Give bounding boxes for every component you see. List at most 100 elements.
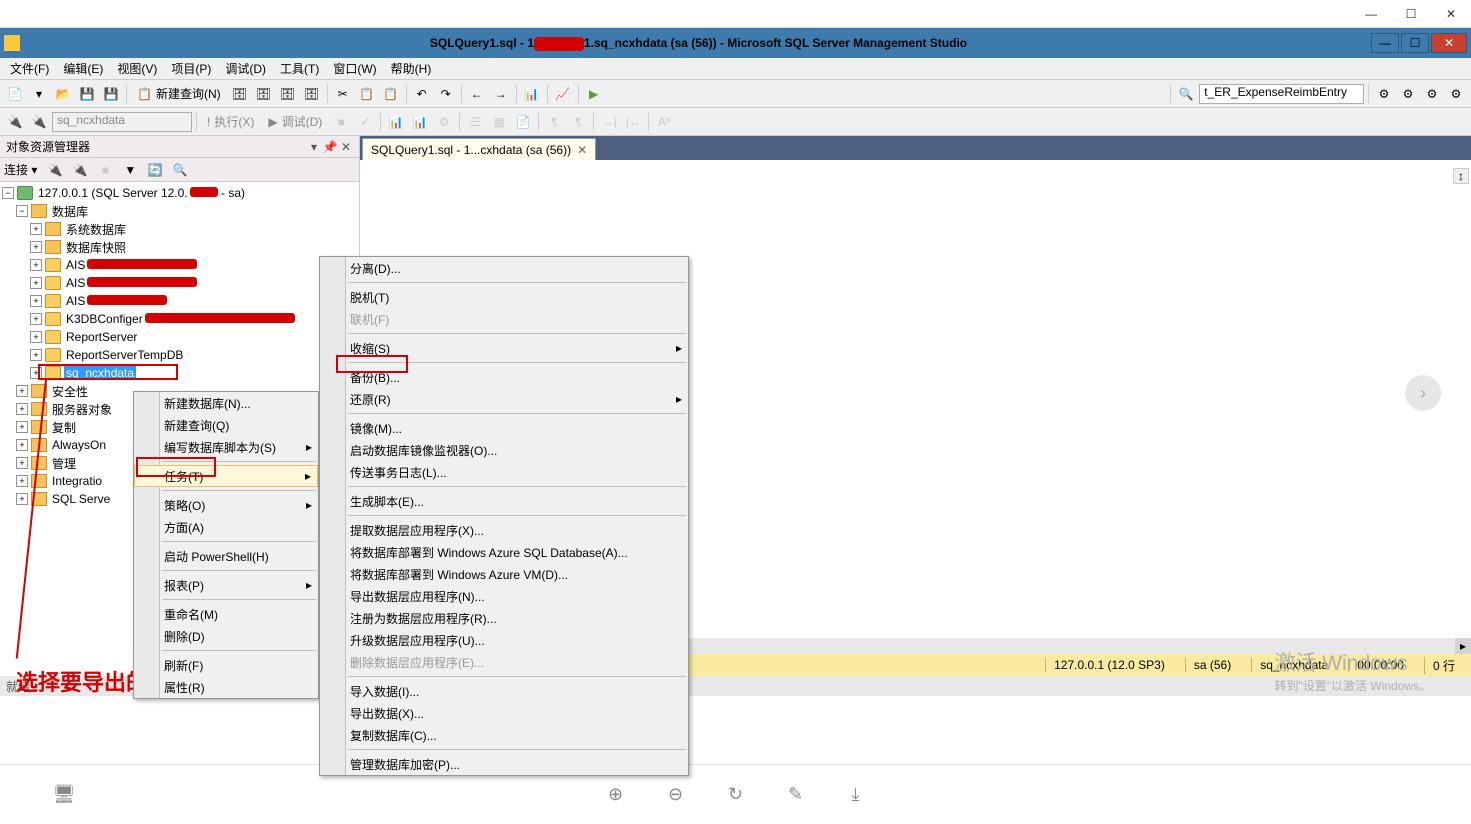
- menu-file[interactable]: 文件(F): [4, 58, 55, 79]
- cm-new-query[interactable]: 新建查询(Q): [134, 414, 318, 436]
- scroll-toggle-icon[interactable]: ↕: [1453, 168, 1469, 184]
- stop-icon[interactable]: ■: [330, 111, 352, 133]
- save-icon[interactable]: 💾: [76, 83, 98, 105]
- open-icon[interactable]: 📂: [52, 83, 74, 105]
- new-project-icon[interactable]: 📄: [4, 83, 26, 105]
- cm-deploy-azure-vm[interactable]: 将数据库部署到 Windows Azure VM(D)...: [320, 563, 688, 585]
- undo-icon[interactable]: ↶: [411, 83, 433, 105]
- execute-button[interactable]: !执行(X): [201, 111, 260, 132]
- tree-snapshot[interactable]: +数据库快照: [2, 238, 357, 256]
- cm-tasks[interactable]: 任务(T)▸: [134, 465, 318, 487]
- cm-script-db[interactable]: 编写数据库脚本为(S)▸: [134, 436, 318, 458]
- cm-reports[interactable]: 报表(P)▸: [134, 574, 318, 596]
- cm-rename[interactable]: 重命名(M): [134, 603, 318, 625]
- cm-extract-dac[interactable]: 提取数据层应用程序(X)...: [320, 519, 688, 541]
- tree-db-selected[interactable]: +sq_ncxhdata: [2, 364, 357, 382]
- tree-db-reportservertemp[interactable]: +ReportServerTempDB: [2, 346, 357, 364]
- estplan-icon[interactable]: 📊: [409, 111, 431, 133]
- cm-import-data[interactable]: 导入数据(I)...: [320, 680, 688, 702]
- os-close-button[interactable]: ✕: [1431, 2, 1471, 26]
- oe-dropdown-icon[interactable]: ▾: [307, 140, 321, 154]
- database-combo[interactable]: sq_ncxhdata: [52, 112, 192, 132]
- oe-close-icon[interactable]: ✕: [339, 140, 353, 154]
- plan-icon[interactable]: 📊: [385, 111, 407, 133]
- results-grid-icon[interactable]: ▦: [488, 111, 510, 133]
- cm-upgrade-dac[interactable]: 升级数据层应用程序(U)...: [320, 629, 688, 651]
- cm-export-data[interactable]: 导出数据(X)...: [320, 702, 688, 724]
- menu-tools[interactable]: 工具(T): [274, 58, 325, 79]
- misc-icon-4[interactable]: ⚙: [1445, 83, 1467, 105]
- paste-icon[interactable]: 📋: [380, 83, 402, 105]
- tree-sysdb[interactable]: +系统数据库: [2, 220, 357, 238]
- cm-delete[interactable]: 删除(D): [134, 625, 318, 647]
- oe-pin-icon[interactable]: 📌: [323, 140, 337, 154]
- cm-new-db[interactable]: 新建数据库(N)...: [134, 392, 318, 414]
- cut-icon[interactable]: ✂: [332, 83, 354, 105]
- zoom-in-icon[interactable]: ⊕: [602, 781, 630, 809]
- cm-launch-monitor[interactable]: 启动数据库镜像监视器(O)...: [320, 439, 688, 461]
- rotate-icon[interactable]: ↻: [722, 781, 750, 809]
- menu-debug[interactable]: 调试(D): [219, 58, 272, 79]
- analysis-query-icon[interactable]: 🗄: [253, 83, 275, 105]
- ssms-min-button[interactable]: —: [1371, 33, 1399, 53]
- cm-gen-scripts[interactable]: 生成脚本(E)...: [320, 490, 688, 512]
- oe-filter-icon[interactable]: ▼: [119, 159, 141, 181]
- cm-register-dac[interactable]: 注册为数据层应用程序(R)...: [320, 607, 688, 629]
- uncomment-icon[interactable]: ¶: [567, 111, 589, 133]
- redo-icon[interactable]: ↷: [435, 83, 457, 105]
- cm-ship-log[interactable]: 传送事务日志(L)...: [320, 461, 688, 483]
- cm-facets[interactable]: 方面(A): [134, 516, 318, 538]
- menu-project[interactable]: 项目(P): [165, 58, 217, 79]
- ssms-close-button[interactable]: ✕: [1431, 33, 1467, 53]
- tree-db-item[interactable]: +AIS: [2, 292, 357, 310]
- misc-icon-3[interactable]: ⚙: [1421, 83, 1443, 105]
- cm-props[interactable]: 属性(R): [134, 676, 318, 698]
- tree-server[interactable]: −127.0.0.1 (SQL Server 12.0. - sa): [2, 184, 357, 202]
- tree-db-item[interactable]: +AIS: [2, 274, 357, 292]
- cm-deploy-azure-db[interactable]: 将数据库部署到 Windows Azure SQL Database(A)...: [320, 541, 688, 563]
- misc-icon-2[interactable]: ⚙: [1397, 83, 1419, 105]
- connect-icon[interactable]: 🔌: [4, 111, 26, 133]
- results-text-icon[interactable]: ☰: [464, 111, 486, 133]
- execute-icon[interactable]: ▶: [583, 83, 605, 105]
- cm-mirror[interactable]: 镜像(M)...: [320, 417, 688, 439]
- oe-disconnect-icon[interactable]: 🔌: [69, 159, 91, 181]
- desktop-icon[interactable]: 🖥: [50, 781, 78, 809]
- cm-backup[interactable]: 备份(B)...: [320, 366, 688, 388]
- scroll-right-icon[interactable]: ▸: [1455, 638, 1471, 654]
- nav-next-button[interactable]: ›: [1405, 375, 1441, 411]
- db-engine-query-icon[interactable]: 🗄: [229, 83, 251, 105]
- cm-powershell[interactable]: 启动 PowerShell(H): [134, 545, 318, 567]
- cm-policies[interactable]: 策略(O)▸: [134, 494, 318, 516]
- tree-databases[interactable]: −数据库: [2, 202, 357, 220]
- results-file-icon[interactable]: 📄: [512, 111, 534, 133]
- cm-detach[interactable]: 分离(D)...: [320, 257, 688, 279]
- oe-refresh-icon[interactable]: 🔄: [144, 159, 166, 181]
- parse-icon[interactable]: ✓: [354, 111, 376, 133]
- zoom-out-icon[interactable]: ⊖: [662, 781, 690, 809]
- indent-icon[interactable]: →|: [598, 111, 620, 133]
- new-query-button[interactable]: 📋 新建查询(N): [131, 83, 227, 104]
- new-dropdown-icon[interactable]: ▾: [28, 83, 50, 105]
- comment-icon[interactable]: ¶: [543, 111, 565, 133]
- misc-icon-1[interactable]: ⚙: [1373, 83, 1395, 105]
- tab-sqlquery1[interactable]: SQLQuery1.sql - 1...cxhdata (sa (56)) ✕: [362, 138, 596, 160]
- cm-offline[interactable]: 脱机(T): [320, 286, 688, 308]
- activity-icon[interactable]: 📈: [552, 83, 574, 105]
- debug-button[interactable]: ▶调试(D): [262, 111, 328, 132]
- options-icon[interactable]: ⚙: [433, 111, 455, 133]
- os-min-button[interactable]: —: [1351, 2, 1391, 26]
- menu-help[interactable]: 帮助(H): [385, 58, 438, 79]
- tree-db-item[interactable]: +K3DBConfiger: [2, 310, 357, 328]
- table-combo[interactable]: t_ER_ExpenseReimbEntry: [1199, 84, 1364, 104]
- ssms-max-button[interactable]: ☐: [1401, 33, 1429, 53]
- copy-icon[interactable]: 📋: [356, 83, 378, 105]
- download-icon[interactable]: ⤓: [842, 781, 870, 809]
- save-all-icon[interactable]: 💾: [100, 83, 122, 105]
- oe-connect-icon[interactable]: 🔌: [44, 159, 66, 181]
- specify-values-icon[interactable]: Aᵇ: [653, 111, 675, 133]
- nav-fwd-icon[interactable]: →: [490, 83, 512, 105]
- change-conn-icon[interactable]: 🔌: [28, 111, 50, 133]
- os-max-button[interactable]: ☐: [1391, 2, 1431, 26]
- tab-close-icon[interactable]: ✕: [577, 143, 587, 157]
